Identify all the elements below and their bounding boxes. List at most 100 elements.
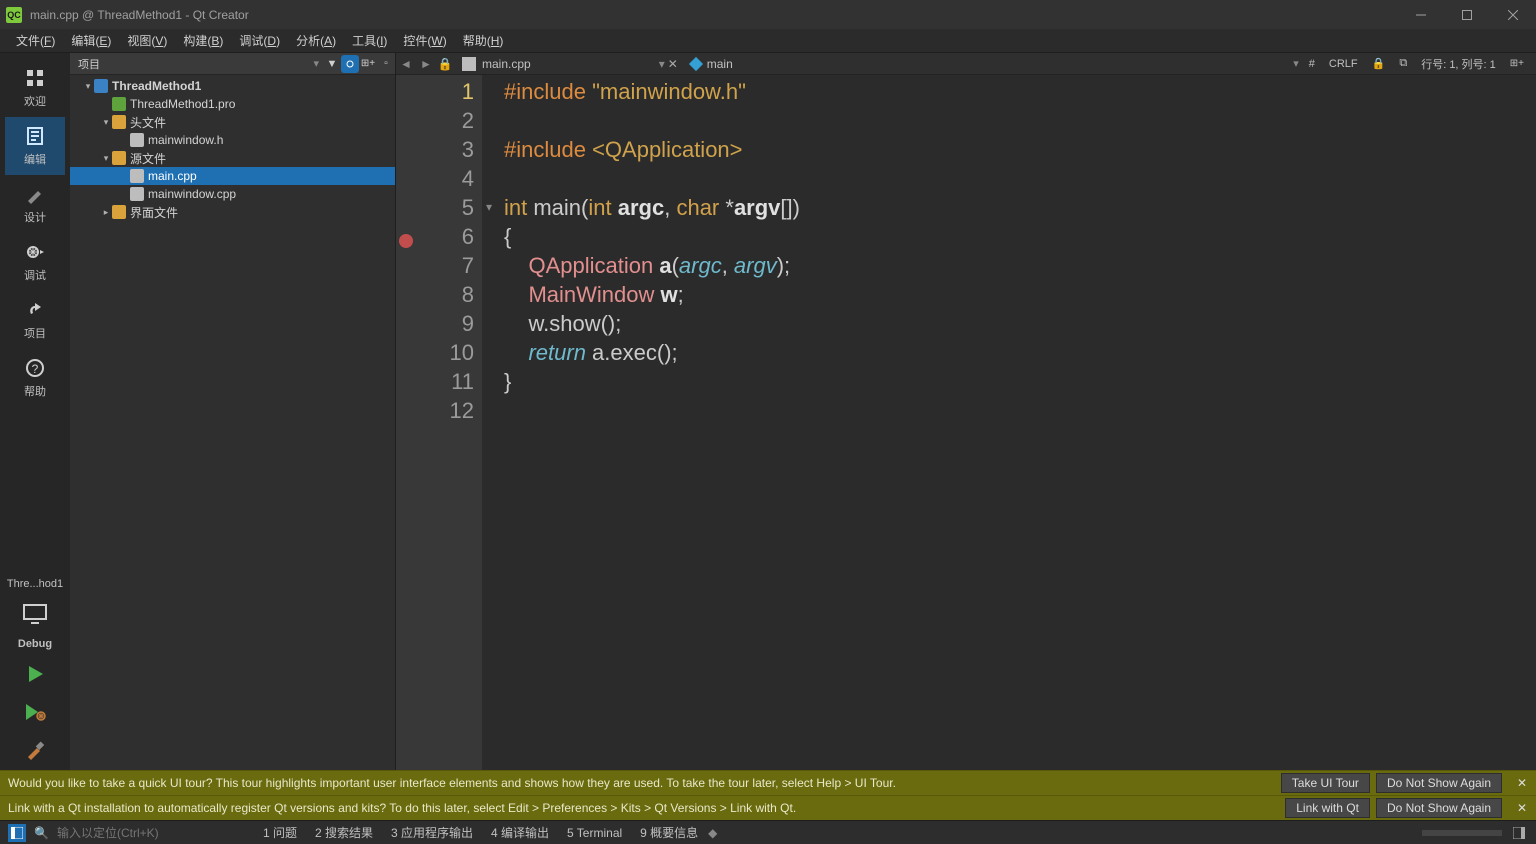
menu-item[interactable]: 分析(A) xyxy=(288,29,344,52)
menu-item[interactable]: 调试(D) xyxy=(231,29,288,52)
mode-设计[interactable]: 设计 xyxy=(5,175,65,233)
symbol-crumb[interactable]: main xyxy=(681,57,743,71)
add-split-icon[interactable]: ⊞+ xyxy=(359,55,377,73)
code-editor[interactable]: 123456789101112 ▾ #include "mainwindow.h… xyxy=(396,75,1536,770)
filter-icon[interactable]: ▼ xyxy=(323,55,341,73)
mode-label: 项目 xyxy=(24,325,46,341)
tree-label: mainwindow.h xyxy=(148,133,223,147)
project-tree[interactable]: ▾ ThreadMethod1 ThreadMethod1.pro ▾ 头文件 mainw… xyxy=(70,75,395,770)
tree-label: ThreadMethod1 xyxy=(112,79,201,93)
mode-icon xyxy=(24,67,46,89)
menu-item[interactable]: 工具(I) xyxy=(344,29,395,52)
caret-icon[interactable]: ▾ xyxy=(82,81,94,92)
mode-项目[interactable]: 项目 xyxy=(5,291,65,349)
fold-toggle-icon[interactable]: ▾ xyxy=(482,193,496,222)
output-pane-tab[interactable]: 5 Terminal xyxy=(561,826,628,840)
output-pane-tab[interactable]: 4 编译输出 xyxy=(485,824,555,841)
close-button[interactable] xyxy=(1490,0,1536,29)
open-document-tab[interactable]: main.cpp xyxy=(454,57,539,71)
caret-icon[interactable]: ▸ xyxy=(100,207,112,218)
output-pane-tab[interactable]: 2 搜索结果 xyxy=(309,824,379,841)
link-icon[interactable] xyxy=(341,55,359,73)
nav-forward-icon[interactable]: ► xyxy=(416,57,436,71)
readonly-icon[interactable]: 🔒 xyxy=(1368,57,1390,70)
info-secondary-button[interactable]: Do Not Show Again xyxy=(1376,773,1502,793)
symbol-dropdown-icon[interactable]: ▾ xyxy=(1293,57,1299,70)
code-area[interactable]: #include "mainwindow.h"#include <QApplic… xyxy=(496,75,1536,770)
line-number-gutter[interactable]: 123456789101112 xyxy=(416,75,482,770)
menu-item[interactable]: 编辑(E) xyxy=(63,29,119,52)
sidebar-left-toggle-icon[interactable] xyxy=(8,824,26,842)
tree-row[interactable]: ▾ ThreadMethod1 xyxy=(70,77,395,95)
search-icon: 🔍 xyxy=(34,826,49,840)
kit-selector-project[interactable]: Thre...hod1 xyxy=(7,578,63,590)
tree-row[interactable]: ▾ 源文件 xyxy=(70,149,395,167)
tree-row[interactable]: main.cpp xyxy=(70,167,395,185)
symbol-diamond-icon xyxy=(689,56,703,70)
encoding-indicator[interactable]: CRLF xyxy=(1325,58,1362,70)
open-document-name: main.cpp xyxy=(482,57,531,71)
lock-icon[interactable]: 🔒 xyxy=(436,57,454,71)
pro-icon xyxy=(112,97,126,111)
mode-编辑[interactable]: 编辑 xyxy=(5,117,65,175)
info-close-button[interactable]: ✕ xyxy=(1508,801,1536,815)
caret-icon[interactable]: ▾ xyxy=(100,117,112,128)
run-button[interactable] xyxy=(21,660,49,688)
tree-row[interactable]: ▾ 头文件 xyxy=(70,113,395,131)
info-close-button[interactable]: ✕ xyxy=(1508,776,1536,790)
nav-back-icon[interactable]: ◄ xyxy=(396,57,416,71)
menu-item[interactable]: 视图(V) xyxy=(119,29,175,52)
run-debug-button[interactable] xyxy=(21,698,49,726)
build-button[interactable] xyxy=(21,736,49,764)
info-secondary-button[interactable]: Do Not Show Again xyxy=(1376,798,1502,818)
tree-row[interactable]: mainwindow.h xyxy=(70,131,395,149)
output-pane-tab[interactable]: 9 概要信息 xyxy=(634,824,704,841)
mode-帮助[interactable]: ?帮助 xyxy=(5,349,65,407)
proj-icon xyxy=(94,79,108,93)
mode-icon xyxy=(24,299,46,321)
mode-icon xyxy=(24,125,46,147)
hfld-icon xyxy=(112,205,126,219)
editor-toolbar: ◄ ► 🔒 main.cpp ▾ ✕ main ▾ # CRLF 🔒 ⧉ 行号:… xyxy=(396,53,1536,75)
info-primary-button[interactable]: Link with Qt xyxy=(1285,798,1370,818)
tree-label: ThreadMethod1.pro xyxy=(130,97,235,111)
menu-item[interactable]: 构建(B) xyxy=(175,29,231,52)
info-message: Link with a Qt installation to automatic… xyxy=(8,801,1285,815)
tree-label: 源文件 xyxy=(130,150,166,167)
mode-调试[interactable]: 调试 xyxy=(5,233,65,291)
fold-gutter[interactable]: ▾ xyxy=(482,75,496,770)
window-title: main.cpp @ ThreadMethod1 - Qt Creator xyxy=(30,8,1398,22)
monitor-icon[interactable] xyxy=(21,600,49,628)
cursor-position[interactable]: 行号: 1, 列号: 1 xyxy=(1417,56,1500,72)
maximize-button[interactable] xyxy=(1444,0,1490,29)
info-primary-button[interactable]: Take UI Tour xyxy=(1281,773,1370,793)
project-panel: 项目 ▾ ▼ ⊞+ ▫ ▾ThreadMethod1ThreadMethod1.… xyxy=(70,53,396,770)
split-add-icon[interactable]: ⊞+ xyxy=(1506,58,1528,69)
locator-input[interactable] xyxy=(57,826,237,840)
output-pane-tab[interactable]: 3 应用程序输出 xyxy=(385,824,479,841)
tree-label: 界面文件 xyxy=(130,204,178,221)
sidebar-right-toggle-icon[interactable] xyxy=(1510,824,1528,842)
tree-label: 头文件 xyxy=(130,114,166,131)
tree-label: main.cpp xyxy=(148,169,197,183)
caret-icon[interactable]: ▾ xyxy=(100,153,112,164)
close-document-button[interactable]: ✕ xyxy=(665,57,681,71)
minimize-button[interactable] xyxy=(1398,0,1444,29)
titlebar: QC main.cpp @ ThreadMethod1 - Qt Creator xyxy=(0,0,1536,29)
tree-row[interactable]: mainwindow.cpp xyxy=(70,185,395,203)
close-pane-icon[interactable]: ▫ xyxy=(377,55,395,73)
mode-icon xyxy=(24,241,46,263)
output-pane-dropdown-icon[interactable]: ◆ xyxy=(708,826,717,840)
menu-item[interactable]: 文件(F) xyxy=(8,29,63,52)
breakpoint-marker-icon[interactable] xyxy=(399,234,413,248)
tree-row[interactable]: ▸ 界面文件 xyxy=(70,203,395,221)
menu-item[interactable]: 帮助(H) xyxy=(455,29,512,52)
symbol-name: main xyxy=(707,57,733,71)
sidebar-toggle-icon[interactable]: ⧉ xyxy=(1395,57,1411,70)
output-pane-tab[interactable]: 1 问题 xyxy=(257,824,303,841)
menu-item[interactable]: 控件(W) xyxy=(395,29,454,52)
breakpoint-gutter[interactable] xyxy=(396,75,416,770)
tree-row[interactable]: ThreadMethod1.pro xyxy=(70,95,395,113)
mode-label: 设计 xyxy=(24,209,46,225)
mode-欢迎[interactable]: 欢迎 xyxy=(5,59,65,117)
